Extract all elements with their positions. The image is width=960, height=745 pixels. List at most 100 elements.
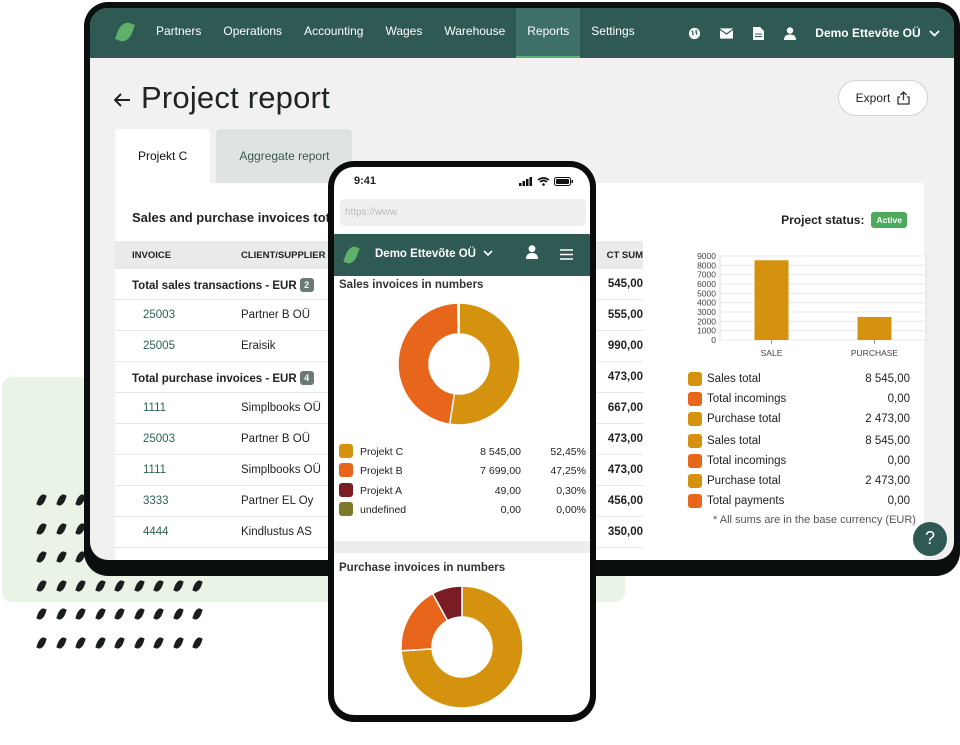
status-icons [519,177,574,186]
legend-label: Total incomings [707,392,787,405]
slice-projekt-c[interactable] [448,302,521,426]
row-amount: 473,00 [607,464,643,476]
export-button[interactable]: Export [838,80,928,116]
status-time: 9:41 [354,175,377,187]
x-tick-label: PURCHASE [851,348,899,358]
chevron-down-icon [483,250,493,257]
legend-amount: 49,00 [494,484,521,497]
share-icon [897,91,910,105]
nav-item-settings[interactable]: Settings [580,8,645,58]
document-icon[interactable] [751,26,765,40]
page-header: Project report [113,80,330,116]
status-badge: Active [871,212,907,228]
legend-value: 8 545,00 [865,435,910,448]
invoice-link[interactable]: 1111 [143,402,166,414]
invoice-link[interactable]: 25005 [143,340,175,352]
company-switcher[interactable]: Demo Ettevõte OÜ [815,26,940,40]
bar-sale[interactable] [754,260,789,340]
company-name: Demo Ettevõte OÜ [815,26,921,40]
purchase-donut-chart [400,585,524,709]
legend-name: Projekt A [360,484,403,497]
nav-item-operations[interactable]: Operations [212,8,293,58]
url-bar[interactable]: https://www. [340,199,586,226]
legend-percent: 52,45% [550,446,586,458]
row-amount: 473,00 [607,433,643,445]
phone-company-name: Demo Ettevõte OÜ [375,248,476,260]
slice-projekt-b[interactable] [397,302,460,426]
leaf-dot [55,550,67,564]
legend-percent: 0,30% [556,484,586,497]
summary-legend-item: Purchase total 2 473,00 [688,410,910,430]
summary-legend-item: Total incomings 0,00 [688,390,910,410]
section-divider [334,541,590,553]
y-tick-label: 6000 [697,279,716,289]
back-arrow-icon[interactable] [113,88,131,108]
legend-swatch [688,473,702,488]
leaf-dot [94,578,106,593]
count-badge: 4 [299,371,314,385]
nav-item-warehouse[interactable]: Warehouse [433,8,516,58]
section-title: Sales and purchase invoices totals [132,210,349,225]
invoice-link[interactable]: 25003 [143,309,175,321]
user-icon[interactable] [526,245,538,264]
legend-name: undefined [360,504,407,517]
column-header-invoice[interactable]: INVOICE [132,250,171,261]
mail-icon[interactable] [719,26,733,40]
menu-icon[interactable] [560,247,573,265]
sales-legend-item: Projekt C 8 545,00 52,45% [339,443,586,462]
leaf-dot [55,493,67,507]
nav-menu: Partners Operations Accounting Wages Warehou… [145,8,646,58]
nav-item-reports[interactable]: Reports [516,8,581,58]
leaf-dot [153,578,164,593]
y-tick-label: 4000 [697,298,716,308]
legend-amount: 0,00 [500,504,521,517]
column-header-sum[interactable]: CT SUM [607,250,643,261]
leaf-dot [133,635,145,650]
globe-icon[interactable] [687,26,701,40]
top-navigation: Partners Operations Accounting Wages Warehou… [90,8,954,58]
client-name: Partner B OÜ [241,433,311,445]
user-icon[interactable] [783,26,797,40]
leaf-dot [36,550,47,564]
legend-swatch [339,502,353,517]
slice-projekt-a[interactable] [457,302,460,335]
leaf-dot [153,607,164,621]
y-tick-label: 9000 [697,251,716,261]
row-amount: 473,00 [607,371,643,383]
summary-legend-item: Sales total 8 545,00 [688,432,910,452]
sales-legend-item: undefined 0,00 0,00% [339,501,586,520]
nav-item-partners[interactable]: Partners [145,8,212,58]
client-name: Eraisik [241,340,276,352]
leaf-dot [36,578,47,593]
phone-company-switcher[interactable]: Demo Ettevõte OÜ [375,248,493,260]
project-status-label: Project status: [781,213,865,227]
invoice-link[interactable]: 1111 [143,464,166,476]
nav-item-accounting[interactable]: Accounting [293,8,374,58]
column-header-client[interactable]: CLIENT/SUPPLIER [241,250,325,261]
nav-item-wages[interactable]: Wages [374,8,433,58]
legend-swatch [688,411,702,426]
app-logo-icon[interactable] [343,244,360,266]
invoice-link[interactable]: 3333 [143,495,169,507]
plot-area [719,255,927,341]
export-label: Export [855,91,891,105]
battery-icon [554,177,573,186]
leaf-dot [192,635,203,650]
url-placeholder: https://www. [345,207,399,218]
tab-projekt-c[interactable]: Projekt C [115,129,211,183]
legend-swatch [688,493,702,508]
invoice-link[interactable]: 25003 [143,433,175,445]
help-button[interactable]: ? [913,522,947,556]
invoice-link[interactable]: 4444 [143,526,169,538]
summary-legend-item: Sales total 8 545,00 [688,370,910,390]
leaf-dot [55,635,67,650]
legend-swatch [339,463,353,478]
legend-label: Total payments [707,494,785,507]
client-name: Partner EL Oy [241,495,314,507]
phone-screen: 9:41 https://www. Demo Ettevõte OÜ Sales… [334,167,590,715]
total-label: Total purchase invoices - EUR 4 [132,371,314,385]
sales-donut-chart [397,302,521,426]
app-logo-icon[interactable] [115,20,135,44]
bar-purchase[interactable] [857,316,892,340]
row-amount: 545,00 [607,278,643,290]
